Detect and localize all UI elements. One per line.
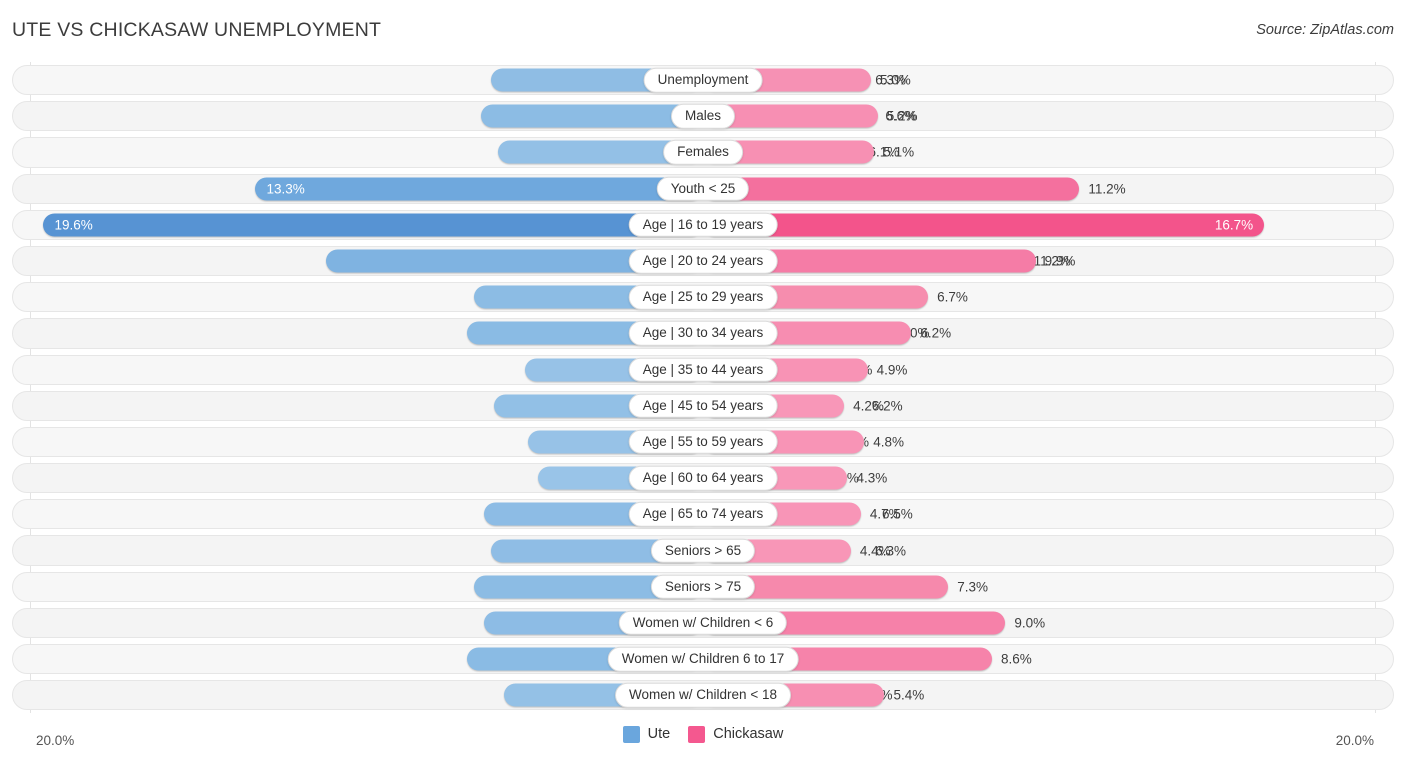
- bar-right-chickasaw[interactable]: [703, 177, 1080, 201]
- table-row[interactable]: 6.3% 4.4% Seniors > 65: [0, 532, 1406, 568]
- category-label[interactable]: Youth < 25: [656, 176, 750, 201]
- value-label-right: 11.2%: [1088, 180, 1126, 196]
- value-label-left: 19.6%: [54, 217, 93, 233]
- value-label-left: 13.3%: [266, 180, 305, 196]
- value-label-right: 6.7%: [937, 289, 968, 305]
- legend-swatch-icon: [622, 726, 640, 743]
- value-label-right: 4.7%: [869, 506, 901, 522]
- value-label-right: 9.9%: [1044, 253, 1076, 269]
- chart-plot-area: 6.3% 5.0% Unemployment 6.6% 5.2% Males 6.1% 5.1…: [0, 62, 1406, 713]
- table-row[interactable]: 4.9%4.3%Age | 60 to 64 years: [0, 460, 1406, 496]
- bar-left-ute[interactable]: [255, 177, 703, 201]
- category-label[interactable]: Age | 20 to 24 years: [628, 248, 778, 274]
- chart-page: UTE VS CHICKASAW UNEMPLOYMENT Source: Zi…: [0, 0, 1406, 757]
- table-row[interactable]: 11.2% 9.9% Age | 20 to 24 years: [0, 243, 1406, 279]
- chart-footer: 20.0% 20.0% Ute Chickasaw: [0, 713, 1406, 757]
- category-label[interactable]: Seniors > 65: [650, 538, 756, 563]
- table-row[interactable]: 6.3% 5.0% Unemployment: [0, 62, 1406, 98]
- table-row[interactable]: 6.5% 4.7% Age | 65 to 74 years: [0, 496, 1406, 532]
- category-label[interactable]: Females: [663, 140, 743, 165]
- bar-left-ute[interactable]: [43, 213, 703, 237]
- category-label[interactable]: Women w/ Children 6 to 17: [607, 646, 799, 672]
- value-label-right: 4.2%: [853, 398, 884, 414]
- table-row[interactable]: 5.2%4.8%Age | 55 to 59 years: [0, 424, 1406, 460]
- table-row[interactable]: 6.1% 5.1% Females: [0, 134, 1406, 170]
- table-row[interactable]: 13.3% 11.2% Youth < 25: [0, 171, 1406, 207]
- chart-header: UTE VS CHICKASAW UNEMPLOYMENT Source: Zi…: [0, 0, 1406, 62]
- category-label[interactable]: Age | 30 to 34 years: [628, 321, 778, 346]
- table-row[interactable]: 7.0%8.6%Women w/ Children 6 to 17: [0, 641, 1406, 677]
- legend-label: Chickasaw: [713, 726, 784, 743]
- category-label[interactable]: Age | 55 to 59 years: [628, 429, 778, 455]
- table-row[interactable]: 6.8%7.3%Seniors > 75: [0, 569, 1406, 605]
- value-label-right: 4.8%: [873, 434, 905, 450]
- category-label[interactable]: Unemployment: [643, 67, 763, 93]
- category-label[interactable]: Age | 35 to 44 years: [628, 357, 778, 382]
- legend-item[interactable]: Chickasaw: [688, 726, 783, 743]
- legend-swatch-icon: [688, 726, 706, 743]
- value-label-right: 5.4%: [893, 687, 925, 703]
- page-title: UTE VS CHICKASAW UNEMPLOYMENT: [12, 19, 382, 41]
- table-row[interactable]: 19.6% 16.7% Age | 16 to 19 years: [0, 207, 1406, 243]
- category-label[interactable]: Age | 25 to 29 years: [628, 284, 778, 310]
- table-row[interactable]: 6.8%6.7%Age | 25 to 29 years: [0, 279, 1406, 315]
- table-row[interactable]: 7.0% 6.2% Age | 30 to 34 years: [0, 315, 1406, 351]
- value-label-right: 7.3%: [957, 578, 989, 594]
- category-label[interactable]: Age | 45 to 54 years: [628, 393, 778, 419]
- value-label-right: 5.2%: [886, 108, 918, 124]
- bar-right-chickasaw[interactable]: [703, 213, 1265, 237]
- category-label[interactable]: Women w/ Children < 18: [615, 683, 791, 708]
- value-label-right: 5.1%: [883, 144, 915, 160]
- table-row[interactable]: 5.9%5.4%Women w/ Children < 18: [0, 677, 1406, 713]
- bar-rows-container: 6.3% 5.0% Unemployment 6.6% 5.2% Males 6.1% 5.1…: [0, 62, 1406, 713]
- legend-label: Ute: [647, 726, 671, 743]
- category-label[interactable]: Males: [670, 104, 736, 129]
- value-label-right: 4.4%: [859, 542, 891, 558]
- table-row[interactable]: 6.5%9.0%Women w/ Children < 6: [0, 605, 1406, 641]
- value-label-right: 4.3%: [856, 470, 888, 486]
- value-label-right: 4.9%: [876, 361, 908, 377]
- bar-left-ute[interactable]: [480, 104, 703, 128]
- table-row[interactable]: 6.6% 5.2% Males: [0, 98, 1406, 134]
- source-attribution: Source: ZipAtlas.com: [1256, 22, 1394, 38]
- value-label-right: 16.7%: [1214, 217, 1254, 233]
- table-row[interactable]: 5.3%4.9%Age | 35 to 44 years: [0, 352, 1406, 388]
- category-label[interactable]: Age | 16 to 19 years: [628, 212, 778, 238]
- value-label-right: 6.2%: [920, 325, 952, 341]
- category-label[interactable]: Age | 60 to 64 years: [628, 465, 778, 491]
- value-label-right: 9.0%: [1014, 615, 1046, 631]
- value-label-right: 8.6%: [1000, 651, 1032, 667]
- category-label[interactable]: Women w/ Children < 6: [618, 610, 788, 636]
- chart-legend: Ute Chickasaw: [0, 726, 1406, 743]
- value-label-right: 5.0%: [880, 72, 911, 88]
- legend-item[interactable]: Ute: [622, 726, 671, 743]
- table-row[interactable]: 6.2% 4.2% Age | 45 to 54 years: [0, 388, 1406, 424]
- category-label[interactable]: Age | 65 to 74 years: [628, 502, 778, 527]
- category-label[interactable]: Seniors > 75: [650, 574, 756, 599]
